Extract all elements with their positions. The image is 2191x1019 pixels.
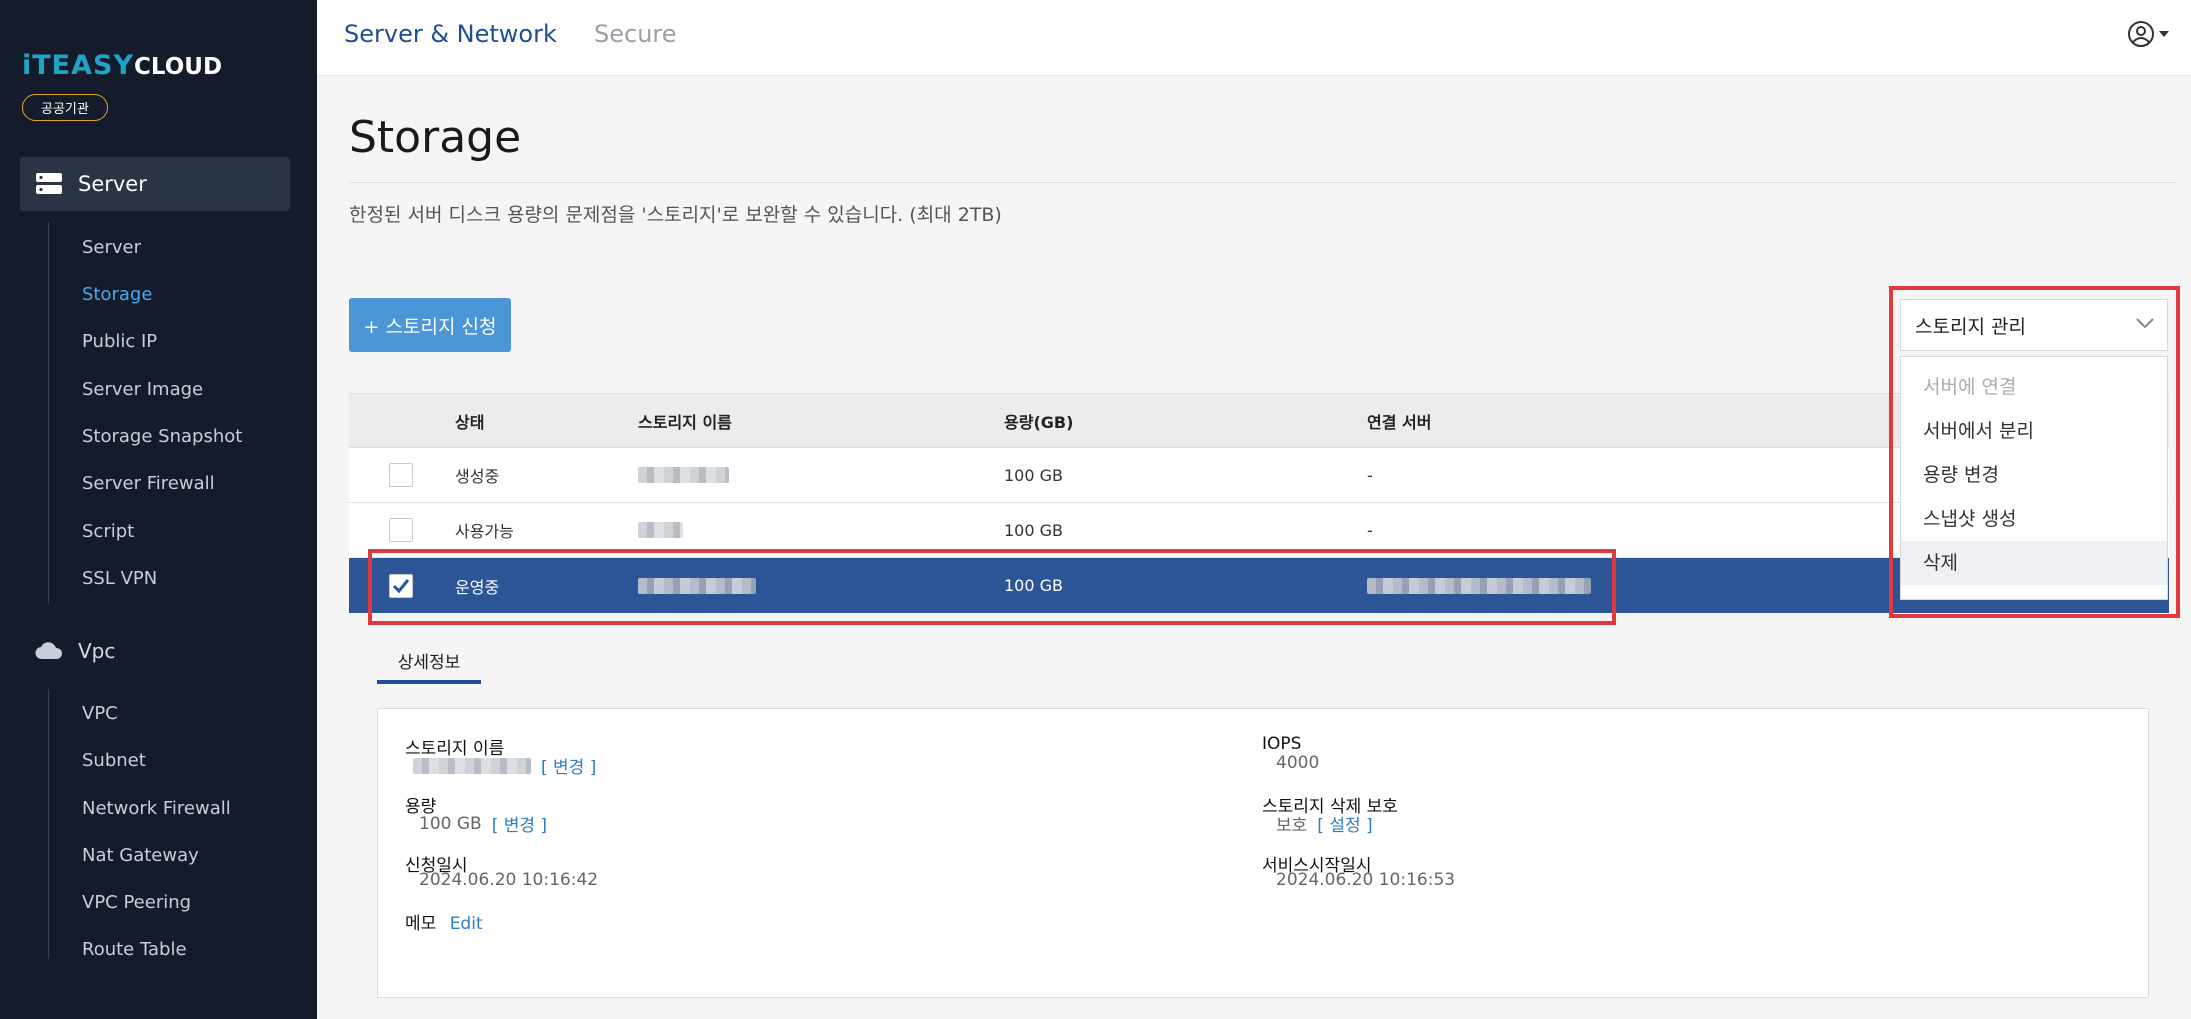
- user-menu[interactable]: [2127, 20, 2169, 48]
- table-row-selected[interactable]: 운영중 100 GB: [349, 558, 2169, 613]
- detail-panel: 스토리지 이름 [ 변경 ] 용량 100 GB [ 변경 ] 신청일시 202…: [377, 708, 2149, 998]
- sidebar-item-vpc-peering[interactable]: VPC Peering: [82, 892, 191, 913]
- check-icon: [392, 578, 410, 593]
- sidebar: iTEASYCLOUD 공공기관 Server Server Storage P…: [0, 0, 317, 1019]
- server-name-redacted: [1367, 577, 1591, 594]
- server-icon: [34, 169, 64, 199]
- sidebar-group-label: Vpc: [78, 639, 116, 663]
- sidebar-item-storage-snapshot[interactable]: Storage Snapshot: [82, 426, 242, 447]
- capacity-text: 100 GB: [419, 813, 482, 834]
- memo-edit-link[interactable]: Edit: [450, 914, 483, 934]
- value-delete-protection: 보호 [ 설정 ]: [1276, 811, 1373, 836]
- value-capacity: 100 GB [ 변경 ]: [419, 811, 547, 837]
- table-row[interactable]: 사용가능 100 GB -: [349, 503, 2169, 558]
- sidebar-item-storage[interactable]: Storage: [82, 284, 152, 305]
- sidebar-item-script[interactable]: Script: [82, 521, 134, 542]
- sidebar-group-server[interactable]: Server: [20, 157, 290, 211]
- caret-down-icon: [2159, 31, 2169, 37]
- select-value: 스토리지 관리: [1915, 315, 2026, 338]
- storage-name-redacted: [638, 467, 729, 483]
- row-status: 운영중: [455, 577, 500, 597]
- storage-manage-menu: 서버에 연결 서버에서 분리 용량 변경 스냅샷 생성 삭제: [1900, 356, 2168, 600]
- public-org-badge: 공공기관: [22, 94, 108, 121]
- sidebar-item-ssl-vpn[interactable]: SSL VPN: [82, 568, 157, 589]
- brand-logo[interactable]: iTEASYCLOUD: [22, 50, 222, 81]
- tab-secure[interactable]: Secure: [594, 20, 677, 48]
- cloud-icon: [34, 636, 64, 666]
- value-iops: 4000: [1276, 753, 1320, 773]
- storage-table: 상태 스토리지 이름 용량(GB) 연결 서버 생성중 100 GB - 사용가…: [349, 393, 2169, 613]
- column-connected-server[interactable]: 연결 서버: [1367, 394, 1431, 447]
- menu-item-change-capacity[interactable]: 용량 변경: [1901, 453, 2167, 497]
- sidebar-item-network-firewall[interactable]: Network Firewall: [82, 798, 231, 819]
- top-bar: Server & Network Secure: [317, 0, 2191, 76]
- table-header: 상태 스토리지 이름 용량(GB) 연결 서버: [349, 393, 2169, 448]
- label-memo: 메모: [405, 914, 437, 934]
- logo-suffix: CLOUD: [134, 54, 223, 80]
- sidebar-item-nat-gateway[interactable]: Nat Gateway: [82, 845, 199, 866]
- menu-item-delete[interactable]: 삭제: [1901, 541, 2167, 585]
- page-description: 한정된 서버 디스크 용량의 문제점을 '스토리지'로 보완할 수 있습니다. …: [349, 204, 1002, 226]
- row-capacity: 100 GB: [1004, 465, 1063, 485]
- sidebar-group-label: Server: [78, 172, 147, 196]
- change-name-link[interactable]: [ 변경 ]: [541, 753, 596, 778]
- change-capacity-link[interactable]: [ 변경 ]: [492, 811, 547, 836]
- column-storage-name[interactable]: 스토리지 이름: [638, 394, 732, 447]
- logo-prefix: iTEASY: [22, 50, 135, 81]
- row-capacity: 100 GB: [1004, 520, 1063, 540]
- sidebar-group-vpc[interactable]: Vpc: [20, 624, 290, 678]
- storage-name-redacted: [638, 577, 756, 594]
- tab-server-network[interactable]: Server & Network: [344, 20, 557, 48]
- tree-line: [48, 689, 49, 959]
- storage-name-redacted: [413, 757, 531, 774]
- label-iops: IOPS: [1262, 734, 1302, 754]
- row-server: -: [1367, 465, 1373, 485]
- tab-detail-info[interactable]: 상세정보: [377, 648, 481, 684]
- protection-text: 보호: [1276, 816, 1308, 836]
- row-checkbox-checked[interactable]: [389, 573, 413, 598]
- protection-setting-link[interactable]: [ 설정 ]: [1317, 811, 1372, 836]
- storage-name-redacted: [638, 522, 683, 538]
- user-circle-icon: [2128, 21, 2154, 47]
- storage-manage-select[interactable]: 스토리지 관리: [1900, 299, 2168, 351]
- sidebar-item-route-table[interactable]: Route Table: [82, 939, 187, 960]
- apply-storage-button[interactable]: + 스토리지 신청: [349, 298, 511, 352]
- row-status: 사용가능: [455, 522, 514, 541]
- sidebar-item-subnet[interactable]: Subnet: [82, 750, 146, 771]
- sidebar-item-public-ip[interactable]: Public IP: [82, 331, 157, 352]
- column-capacity[interactable]: 용량(GB): [1004, 394, 1073, 447]
- memo-row: 메모 Edit: [405, 909, 483, 934]
- sidebar-item-server[interactable]: Server: [82, 237, 141, 258]
- menu-item-connect-server: 서버에 연결: [1923, 376, 2017, 398]
- menu-item-create-snapshot[interactable]: 스냅샷 생성: [1901, 497, 2167, 541]
- table-row[interactable]: 생성중 100 GB -: [349, 448, 2169, 503]
- page-title: Storage: [349, 112, 522, 163]
- sidebar-item-server-image[interactable]: Server Image: [82, 379, 203, 400]
- value-service-start: 2024.06.20 10:16:53: [1276, 870, 1456, 890]
- value-requested-at: 2024.06.20 10:16:42: [419, 870, 599, 890]
- column-status[interactable]: 상태: [455, 394, 484, 447]
- title-divider: [349, 182, 2175, 183]
- sidebar-item-vpc[interactable]: VPC: [82, 703, 118, 724]
- chevron-down-icon: [2136, 318, 2154, 329]
- menu-item-detach-server[interactable]: 서버에서 분리: [1901, 409, 2167, 453]
- row-status: 생성중: [455, 467, 500, 486]
- row-server: -: [1367, 520, 1373, 540]
- row-capacity: 100 GB: [1004, 576, 1063, 595]
- row-checkbox[interactable]: [389, 518, 413, 542]
- value-storage-name: [ 변경 ]: [413, 753, 596, 778]
- row-checkbox[interactable]: [389, 463, 413, 487]
- sidebar-item-server-firewall[interactable]: Server Firewall: [82, 473, 215, 494]
- tree-line: [48, 222, 49, 604]
